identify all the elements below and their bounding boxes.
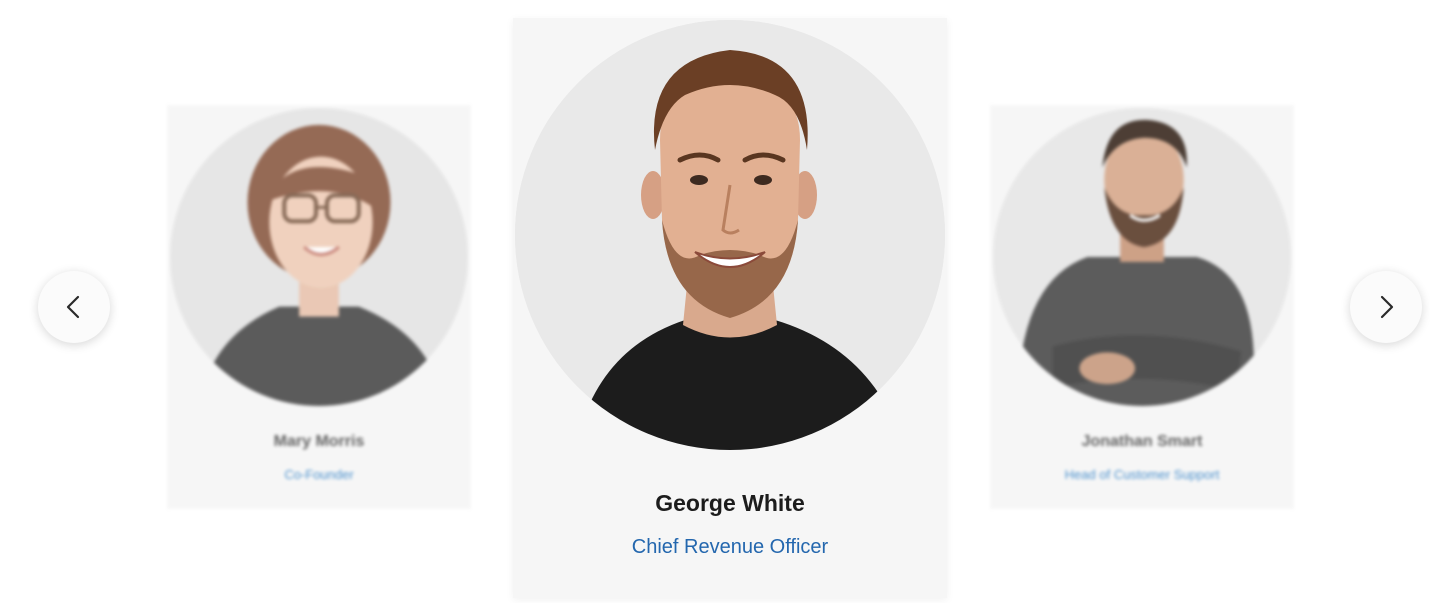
member-role: Chief Revenue Officer [631,536,829,558]
member-name: Mary Morris [273,433,365,450]
team-card-jonathan-smart[interactable]: Jonathan Smart Head of Customer Support [990,105,1294,509]
team-card-mary-morris[interactable]: Mary Morris Co-Founder [167,105,471,509]
team-carousel: Mary Morris Co-Founder George White Chie… [0,0,1430,603]
member-name: Jonathan Smart [1081,433,1203,450]
avatar [515,20,945,450]
avatar [170,108,468,406]
person-photo-icon [170,108,468,406]
avatar [993,108,1291,406]
team-card-george-white[interactable]: George White Chief Revenue Officer [513,18,947,598]
member-name: George White [655,490,805,516]
person-photo-icon [515,20,945,450]
member-role: Head of Customer Support [1064,467,1220,482]
member-role: Co-Founder [284,467,354,482]
carousel-next-button[interactable] [1350,271,1422,343]
carousel-prev-button[interactable] [38,271,110,343]
chevron-left-icon [66,295,80,319]
person-photo-icon [993,108,1291,406]
chevron-right-icon [1380,295,1394,319]
